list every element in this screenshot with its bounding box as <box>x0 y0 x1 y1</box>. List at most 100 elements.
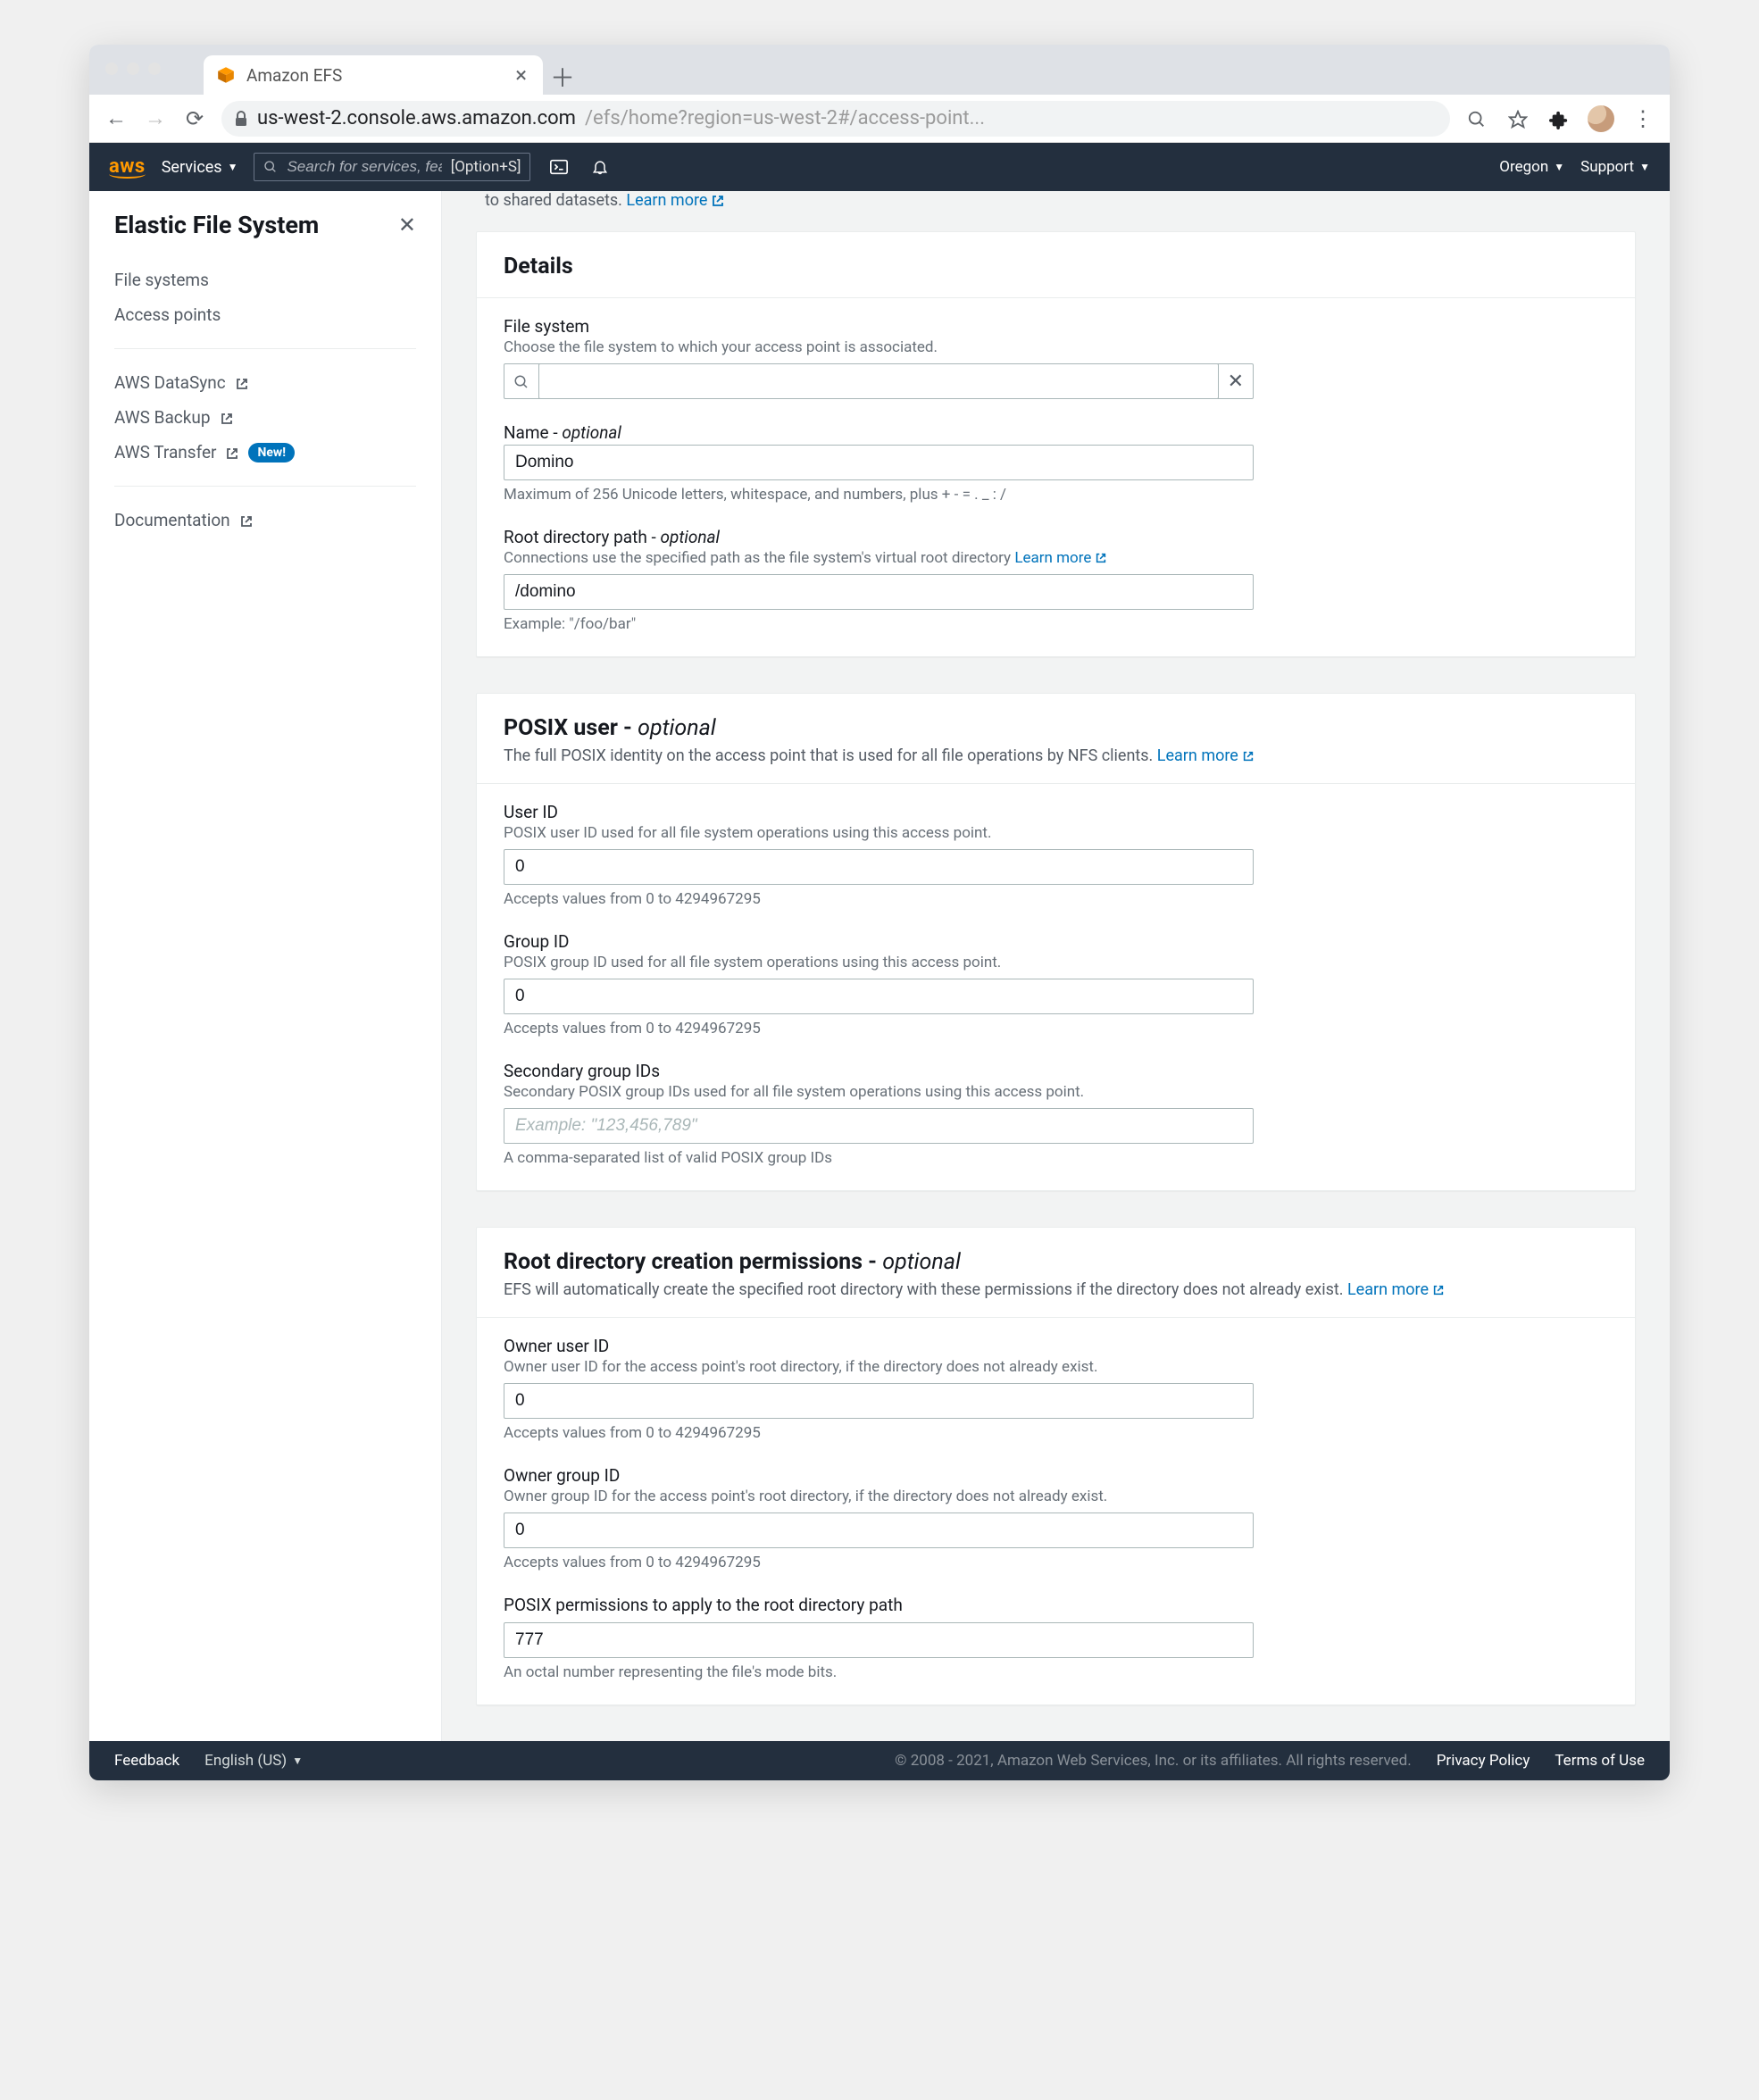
support-label: Support <box>1580 158 1634 176</box>
name-input[interactable] <box>504 445 1254 480</box>
learn-more-link[interactable]: Learn more <box>1347 1280 1445 1299</box>
new-tab-button[interactable]: ＋ <box>543 59 582 95</box>
caret-down-icon: ▼ <box>292 1754 303 1767</box>
tab-title: Amazon EFS <box>246 65 342 86</box>
window-maximize[interactable] <box>148 62 161 75</box>
learn-more-link[interactable]: Learn more <box>1157 746 1255 765</box>
services-menu[interactable]: Services▼ <box>162 158 238 177</box>
group-id-input[interactable] <box>504 979 1254 1014</box>
sidebar-item-label: AWS Transfer <box>114 442 216 462</box>
field-label: POSIX permissions to apply to the root d… <box>504 1595 1608 1615</box>
field-label: Secondary group IDs <box>504 1061 1608 1081</box>
address-bar[interactable]: us-west-2.console.aws.amazon.com/efs/hom… <box>221 101 1450 137</box>
service-search[interactable]: [Option+S] <box>254 153 530 181</box>
sidebar-item-label: Access points <box>114 304 221 325</box>
owner-group-id-input[interactable] <box>504 1512 1254 1548</box>
file-system-input[interactable] <box>538 363 1219 399</box>
learn-more-link[interactable]: Learn more <box>626 191 725 210</box>
posix-user-panel: POSIX user - optional The full POSIX ide… <box>476 693 1636 1191</box>
external-link-icon <box>225 442 239 462</box>
field-owner-group-id: Owner group ID Owner group ID for the ac… <box>504 1465 1608 1571</box>
panel-title: Root directory creation permissions - op… <box>504 1249 1608 1275</box>
cloudshell-icon[interactable] <box>546 154 571 179</box>
field-name: Name - optional Maximum of 256 Unicode l… <box>504 422 1608 504</box>
field-desc: POSIX group ID used for all file system … <box>504 954 1608 971</box>
browser-tab[interactable]: Amazon EFS × <box>204 55 543 95</box>
field-label: Root directory path - optional <box>504 527 1608 547</box>
profile-avatar[interactable] <box>1588 105 1614 132</box>
support-menu[interactable]: Support▼ <box>1580 158 1650 176</box>
forward-button[interactable]: → <box>143 105 168 131</box>
field-hint: A comma-separated list of valid POSIX gr… <box>504 1149 1608 1167</box>
notifications-icon[interactable] <box>588 154 613 179</box>
feedback-link[interactable]: Feedback <box>114 1752 179 1770</box>
learn-more-link[interactable]: Learn more <box>1014 549 1107 567</box>
root-dir-input[interactable] <box>504 574 1254 610</box>
field-hint: Accepts values from 0 to 4294967295 <box>504 1424 1608 1442</box>
language-selector[interactable]: English (US) ▼ <box>204 1752 303 1770</box>
tab-favicon-icon <box>216 65 236 85</box>
field-desc: Owner group ID for the access point's ro… <box>504 1488 1608 1505</box>
region-label: Oregon <box>1499 158 1548 176</box>
field-desc: Owner user ID for the access point's roo… <box>504 1358 1608 1376</box>
panel-subtitle: The full POSIX identity on the access po… <box>504 746 1608 765</box>
field-hint: Accepts values from 0 to 4294967295 <box>504 1020 1608 1038</box>
panel-header: Root directory creation permissions - op… <box>477 1228 1635 1318</box>
file-system-selector[interactable]: ✕ <box>504 363 1254 399</box>
browser-window: Amazon EFS × ＋ ← → ⟳ us-west-2.console.a… <box>89 45 1670 1780</box>
footer-right: © 2008 - 2021, Amazon Web Services, Inc.… <box>895 1752 1645 1770</box>
window-close[interactable] <box>105 62 118 75</box>
window-titlebar: Amazon EFS × ＋ <box>89 45 1670 95</box>
page-search-icon[interactable] <box>1464 106 1489 131</box>
new-badge: New! <box>248 443 295 462</box>
lock-icon <box>234 109 248 128</box>
aws-footer: Feedback English (US) ▼ © 2008 - 2021, A… <box>89 1741 1670 1780</box>
sidebar-item-accesspoints[interactable]: Access points <box>114 297 416 332</box>
bookmark-icon[interactable] <box>1505 106 1530 131</box>
sidebar-close-icon[interactable]: ✕ <box>398 212 416 238</box>
extensions-icon[interactable] <box>1546 106 1571 131</box>
terms-link[interactable]: Terms of Use <box>1555 1752 1645 1770</box>
panel-header: POSIX user - optional The full POSIX ide… <box>477 694 1635 784</box>
field-posix-permissions: POSIX permissions to apply to the root d… <box>504 1595 1608 1681</box>
window-minimize[interactable] <box>127 62 139 75</box>
details-panel: Details File system Choose the file syst… <box>476 231 1636 657</box>
aws-logo[interactable]: aws <box>109 155 146 179</box>
posix-permissions-input[interactable] <box>504 1622 1254 1658</box>
field-desc: POSIX user ID used for all file system o… <box>504 824 1608 842</box>
field-label: Group ID <box>504 931 1608 952</box>
service-search-input[interactable] <box>287 158 441 176</box>
sidebar-item-filesystems[interactable]: File systems <box>114 262 416 297</box>
owner-user-id-input[interactable] <box>504 1383 1254 1419</box>
sidebar-item-label: File systems <box>114 270 209 290</box>
reload-button[interactable]: ⟳ <box>182 106 207 131</box>
field-root-dir: Root directory path - optional Connectio… <box>504 527 1608 633</box>
region-selector[interactable]: Oregon ▼ <box>1499 158 1564 176</box>
panel-body: Owner user ID Owner user ID for the acce… <box>477 1318 1635 1704</box>
sidebar-item-documentation[interactable]: Documentation <box>114 503 416 538</box>
search-icon <box>513 372 529 390</box>
clear-icon[interactable]: ✕ <box>1228 371 1244 393</box>
sidebar-item-datasync[interactable]: AWS DataSync <box>114 365 416 400</box>
field-label: User ID <box>504 802 1608 822</box>
privacy-link[interactable]: Privacy Policy <box>1437 1752 1530 1770</box>
url-host: us-west-2.console.aws.amazon.com <box>257 107 576 129</box>
browser-menu-icon[interactable]: ⋮ <box>1630 106 1655 131</box>
language-label: English (US) <box>204 1752 287 1770</box>
window-controls <box>105 62 161 75</box>
sidebar-item-transfer[interactable]: AWS Transfer New! <box>114 435 416 470</box>
external-link-icon <box>239 510 254 530</box>
field-label: File system <box>504 316 1608 337</box>
sidebar-item-backup[interactable]: AWS Backup <box>114 400 416 435</box>
external-link-icon <box>711 194 725 208</box>
user-id-input[interactable] <box>504 849 1254 885</box>
field-owner-user-id: Owner user ID Owner user ID for the acce… <box>504 1336 1608 1442</box>
field-file-system: File system Choose the file system to wh… <box>504 316 1608 399</box>
caret-down-icon: ▼ <box>1554 161 1564 173</box>
back-button[interactable]: ← <box>104 105 129 131</box>
panel-title: POSIX user - optional <box>504 715 1608 741</box>
secondary-gids-input[interactable] <box>504 1108 1254 1144</box>
divider <box>114 486 416 487</box>
field-hint: An octal number representing the file's … <box>504 1663 1608 1681</box>
tab-close-icon[interactable]: × <box>512 64 530 86</box>
